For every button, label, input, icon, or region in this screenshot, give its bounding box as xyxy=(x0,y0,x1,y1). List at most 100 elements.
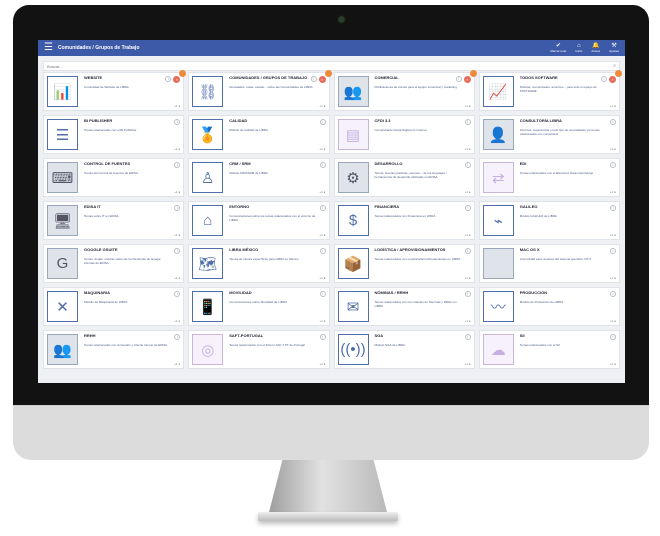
home-circle-icon[interactable]: ⌂ xyxy=(192,205,224,236)
info-icon[interactable]: i xyxy=(165,76,172,82)
document-icon[interactable]: ☰ xyxy=(47,119,78,150)
community-card[interactable]: ✕ MAQUINARIA Módulo de Maquinaria de LIBRA… xyxy=(43,287,185,326)
google-icon[interactable]: G xyxy=(47,248,78,279)
saft-icon[interactable]: ◎ xyxy=(192,334,224,365)
card-title[interactable]: CFDI 3.3 xyxy=(375,118,454,124)
bar-chart-icon[interactable]: 📊 xyxy=(47,76,78,107)
card-title[interactable]: BI PUBLISHER xyxy=(84,118,163,124)
info-icon[interactable]: i xyxy=(610,205,616,211)
community-card[interactable]: 📊 WEBSITE Comunidad de Website de LIBRA i × +… xyxy=(43,70,187,111)
dollar-icon[interactable]: $ xyxy=(337,205,369,236)
code-control-icon[interactable]: ⌨ xyxy=(47,162,78,193)
box-icon[interactable]: 📦 xyxy=(337,248,369,279)
info-icon[interactable]: i xyxy=(610,291,616,297)
info-icon[interactable]: i xyxy=(174,162,181,168)
card-title[interactable]: SII xyxy=(520,333,599,339)
community-card[interactable]: ⚙ DESARROLLO Temas, buenas prácticas, even… xyxy=(333,158,475,197)
card-title[interactable]: CONTROL DE FUENTES xyxy=(84,161,163,167)
community-card[interactable]: 🏅 CALIDAD Módulo de Calidad de LIBRA i +1 ● xyxy=(188,115,330,154)
info-icon[interactable]: i xyxy=(310,76,317,82)
card-title[interactable]: ENTORNO xyxy=(229,204,308,210)
community-card[interactable]: MAC OS X Comunidad para usuarios del sist… xyxy=(478,244,620,283)
card-title[interactable]: WEBSITE xyxy=(84,75,163,81)
info-icon[interactable]: i xyxy=(319,205,326,211)
galileo-icon[interactable]: ⌁ xyxy=(482,205,514,236)
team-icon[interactable]: 👥 xyxy=(337,76,369,107)
card-title[interactable]: COMERCIAL xyxy=(375,75,454,81)
topbar-action-check[interactable]: ✔ Marcar todo xyxy=(550,43,566,53)
community-card[interactable]: ☰ BI PUBLISHER Temas relacionados con el B… xyxy=(43,115,185,154)
info-icon[interactable]: i xyxy=(610,162,616,168)
info-icon[interactable]: i xyxy=(464,162,471,168)
sii-icon[interactable]: ☁ xyxy=(482,334,514,365)
info-icon[interactable]: i xyxy=(464,248,471,254)
card-title[interactable]: MAC OS X xyxy=(520,247,599,253)
org-chart-icon[interactable]: ♙ xyxy=(192,162,224,193)
info-icon[interactable]: i xyxy=(455,76,462,82)
card-title[interactable]: GALILEO xyxy=(520,204,599,210)
community-card[interactable]: ⛓ COMUNIDADES / GRUPOS DE TRABAJO Novedade… xyxy=(188,70,332,111)
card-title[interactable]: CALIDAD xyxy=(229,118,308,124)
card-title[interactable]: SGA xyxy=(375,333,454,339)
card-title[interactable]: EDI xyxy=(520,161,599,167)
certificate-icon[interactable]: 🏅 xyxy=(192,119,224,150)
consulting-icon[interactable]: 👤 xyxy=(482,119,514,150)
signal-icon[interactable]: ((•)) xyxy=(337,334,369,365)
community-card[interactable]: ⌨ CONTROL DE FUENTES Temas del Control de … xyxy=(43,158,185,197)
apple-icon[interactable] xyxy=(482,248,514,279)
info-icon[interactable]: i xyxy=(464,334,471,340)
card-title[interactable]: LIBRA MÉXICO xyxy=(229,247,308,253)
card-title[interactable]: LOGÍSTICA / APROVISIONAMIENTOS xyxy=(375,247,454,253)
info-icon[interactable]: i xyxy=(319,291,326,297)
card-title[interactable]: EDISA IT xyxy=(84,204,163,210)
info-icon[interactable]: i xyxy=(464,205,471,211)
info-icon[interactable]: i xyxy=(174,119,181,125)
info-icon[interactable]: i xyxy=(610,119,616,125)
info-icon[interactable]: i xyxy=(319,119,326,125)
developers-icon[interactable]: ⚙ xyxy=(337,162,369,193)
search-bar[interactable]: ⌕ xyxy=(43,61,620,71)
card-title[interactable]: MOVILIDAD xyxy=(229,290,308,296)
topbar-action-bell[interactable]: 🔔 Avisos xyxy=(591,43,600,53)
community-card[interactable]: ☁ SII Temas relacionados con el SII i +1 ● xyxy=(478,330,620,369)
card-title[interactable]: MAQUINARIA xyxy=(84,290,163,296)
community-card[interactable]: G GOOGLE GSUITE Temas, dudas, noticias sob… xyxy=(43,244,185,283)
info-icon[interactable]: i xyxy=(610,248,616,254)
community-card[interactable]: 📱 MOVILIDAD Comunicaciones sobre Movilidad… xyxy=(188,287,330,326)
community-card[interactable]: $ FINANCIERA Temas relacionados con Financ… xyxy=(333,201,475,240)
card-title[interactable]: GOOGLE GSUITE xyxy=(84,247,163,253)
topbar-action-home[interactable]: ⌂ Inicio xyxy=(575,43,582,53)
community-card[interactable]: ▤ CFDI 3.3 Comprobante Fiscal Digital por … xyxy=(333,115,475,154)
card-title[interactable]: SAFT-PORTUGAL xyxy=(229,333,308,339)
community-card[interactable]: ♙ CRM / SRM Módulo CRM/SRM de LIBRA i +1 ● xyxy=(188,158,330,197)
close-icon[interactable]: × xyxy=(318,76,326,83)
info-icon[interactable]: i xyxy=(610,334,616,340)
edi-icon[interactable]: ⇄ xyxy=(482,162,514,193)
search-input[interactable] xyxy=(47,62,614,70)
it-infra-icon[interactable]: 🖥 xyxy=(47,205,78,236)
card-title[interactable]: RRHH xyxy=(84,333,163,339)
community-card[interactable]: 👥 COMERCIAL Publicaciones de interés para … xyxy=(333,70,477,111)
network-icon[interactable]: ⛓ xyxy=(192,76,224,107)
community-card[interactable]: ◎ SAFT-PORTUGAL Temas relacionados con el … xyxy=(188,330,330,369)
info-icon[interactable]: i xyxy=(174,334,181,340)
card-title[interactable]: PRODUCCIÓN xyxy=(520,290,599,296)
community-card[interactable]: ⌂ ENTORNO Comunicaciones sobre los temas r… xyxy=(188,201,330,240)
community-card[interactable]: 🖥 EDISA IT Temas sobre IT en EDISA i +1 ● xyxy=(43,201,185,240)
card-title[interactable]: CONSULTORÍA LIBRA xyxy=(520,118,599,124)
community-card[interactable]: 👤 CONSULTORÍA LIBRA Informes, sugerencias … xyxy=(478,115,620,154)
community-card[interactable]: ✉ NÓMINAS / RRHH Temas relacionados con lo… xyxy=(333,287,475,326)
card-title[interactable]: CRM / SRM xyxy=(229,161,308,167)
map-icon[interactable]: 🗺 xyxy=(192,248,224,279)
card-title[interactable]: FINANCIERA xyxy=(375,204,454,210)
payroll-icon[interactable]: ✉ xyxy=(337,291,369,322)
info-icon[interactable]: i xyxy=(174,205,181,211)
card-title[interactable]: COMUNIDADES / GRUPOS DE TRABAJO xyxy=(229,75,308,81)
production-icon[interactable]: 〰 xyxy=(482,291,514,322)
hr-icon[interactable]: 👥 xyxy=(47,334,78,365)
close-icon[interactable]: × xyxy=(609,76,616,83)
close-icon[interactable]: × xyxy=(463,76,471,83)
info-icon[interactable]: i xyxy=(601,76,607,82)
community-card[interactable]: 〰 PRODUCCIÓN Módulo de Producción de LIBRA… xyxy=(478,287,620,326)
card-title[interactable]: DESARROLLO xyxy=(375,161,454,167)
